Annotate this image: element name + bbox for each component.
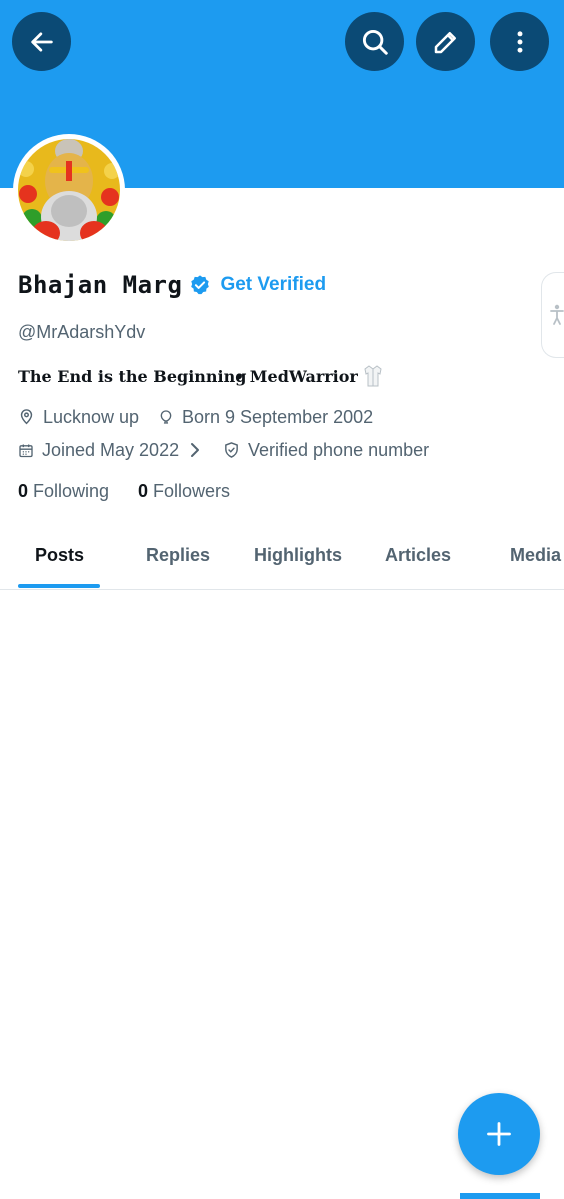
tab-replies[interactable]: Replies (146, 520, 210, 590)
profile-avatar[interactable] (13, 134, 125, 246)
accessibility-handle[interactable] (541, 272, 564, 358)
balloon-icon (160, 410, 172, 424)
plus-icon (487, 1122, 511, 1146)
more-vertical-icon (517, 30, 522, 53)
tab-articles[interactable]: Articles (385, 520, 451, 590)
joined-item[interactable]: Joined May 2022 (18, 440, 223, 461)
following-count: 0 (18, 480, 29, 501)
arrow-left-icon (30, 31, 53, 52)
search-icon (362, 29, 388, 55)
tab-highlights[interactable]: Highlights (254, 520, 342, 590)
get-verified-link[interactable]: Get Verified (220, 274, 326, 296)
followers-label: Followers (153, 480, 231, 501)
location-pin-icon (20, 409, 33, 425)
compose-button[interactable] (458, 1093, 540, 1175)
profile-handle: @MrAdarshYdv (18, 322, 146, 342)
profile-tabs: Posts Replies Highlights Articles Media (0, 520, 564, 590)
more-options-button[interactable] (490, 12, 549, 71)
bottom-bar-fragment (460, 1193, 540, 1199)
joined-text: Joined May 2022 (42, 439, 180, 460)
verified-badge-icon (189, 274, 211, 296)
avatar-image (18, 139, 120, 241)
search-button[interactable] (345, 12, 404, 71)
shield-check-icon (225, 442, 238, 458)
back-button[interactable] (12, 12, 71, 71)
tab-media[interactable]: Media (510, 520, 561, 590)
bio-text: The End is the Beginning (18, 366, 247, 386)
tab-posts[interactable]: Posts (35, 520, 84, 590)
followers-count: 0 (138, 480, 149, 501)
accessibility-icon (549, 304, 564, 325)
birthday-text: Born 9 September 2002 (182, 406, 374, 427)
calendar-icon (19, 444, 33, 457)
followers-link[interactable]: 0 Followers (138, 481, 230, 502)
display-name: Bhajan Marg (18, 271, 183, 299)
lab-coat-icon (363, 365, 383, 387)
active-tab-indicator (18, 584, 100, 588)
following-link[interactable]: 0 Following (18, 481, 138, 502)
following-label: Following (33, 480, 110, 501)
verified-phone-text: Verified phone number (248, 439, 430, 460)
edit-profile-button[interactable] (416, 12, 475, 71)
bio-tag: • MedWarrior (234, 366, 358, 386)
location-text: Lucknow up (43, 406, 140, 427)
chevron-right-icon (191, 443, 200, 457)
pencil-icon (434, 31, 456, 53)
profile-bio: The End is the Beginning • MedWarrior (18, 364, 383, 388)
